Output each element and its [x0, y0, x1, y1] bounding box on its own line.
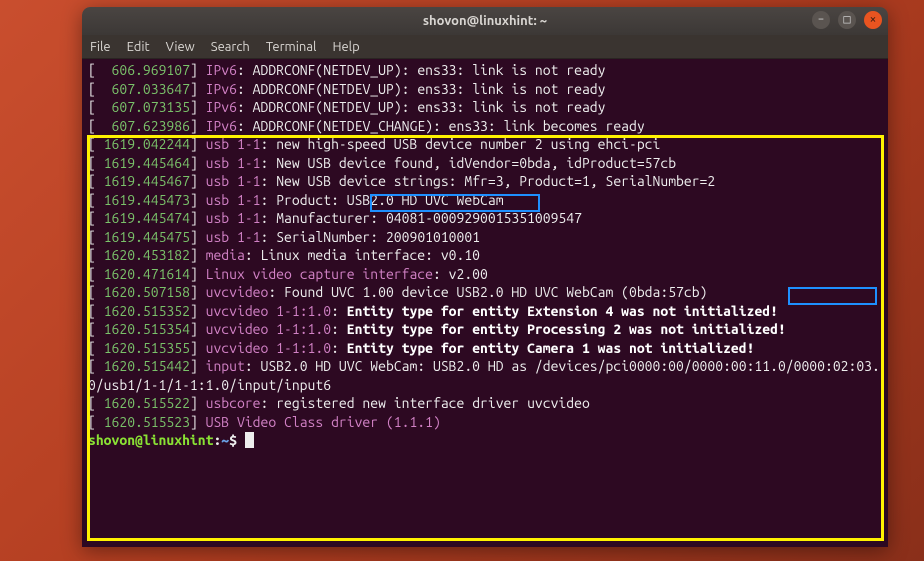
- menu-terminal[interactable]: Terminal: [266, 40, 317, 54]
- log-line: [ 1619.042244] usb 1-1: new high-speed U…: [88, 135, 882, 154]
- log-line: [ 607.073135] IPv6: ADDRCONF(NETDEV_UP):…: [88, 98, 882, 117]
- log-line: [ 1619.445473] usb 1-1: Product: USB2.0 …: [88, 191, 882, 210]
- maximize-button[interactable]: □: [838, 11, 856, 29]
- menu-file[interactable]: File: [90, 40, 111, 54]
- log-line: [ 607.033647] IPv6: ADDRCONF(NETDEV_UP):…: [88, 80, 882, 99]
- log-line: [ 1620.515522] usbcore: registered new i…: [88, 394, 882, 413]
- menu-help[interactable]: Help: [332, 40, 359, 54]
- menubar: File Edit View Search Terminal Help: [82, 35, 888, 59]
- log-line: [ 1619.445467] usb 1-1: New USB device s…: [88, 172, 882, 191]
- window-controls: – □ ×: [812, 11, 882, 29]
- window-title: shovon@linuxhint: ~: [423, 14, 547, 28]
- cursor: [245, 432, 254, 448]
- log-line: [ 1620.515354] uvcvideo 1-1:1.0: Entity …: [88, 320, 882, 339]
- log-line: [ 1620.515352] uvcvideo 1-1:1.0: Entity …: [88, 302, 882, 321]
- titlebar[interactable]: shovon@linuxhint: ~ – □ ×: [82, 7, 888, 35]
- log-line: [ 1619.445474] usb 1-1: Manufacturer: 04…: [88, 209, 882, 228]
- log-line: [ 1620.515523] USB Video Class driver (1…: [88, 413, 882, 432]
- log-line: [ 1620.507158] uvcvideo: Found UVC 1.00 …: [88, 283, 882, 302]
- prompt-line[interactable]: shovon@linuxhint:~$: [88, 431, 882, 450]
- log-line: [ 1620.515355] uvcvideo 1-1:1.0: Entity …: [88, 339, 882, 358]
- terminal-content[interactable]: [ 606.969107] IPv6: ADDRCONF(NETDEV_UP):…: [82, 59, 888, 547]
- log-line: [ 607.623986] IPv6: ADDRCONF(NETDEV_CHAN…: [88, 117, 882, 136]
- log-line: [ 1620.453182] media: Linux media interf…: [88, 246, 882, 265]
- log-line: [ 1620.471614] Linux video capture inter…: [88, 265, 882, 284]
- menu-search[interactable]: Search: [211, 40, 250, 54]
- log-line: [ 1619.445475] usb 1-1: SerialNumber: 20…: [88, 228, 882, 247]
- close-button[interactable]: ×: [864, 11, 882, 29]
- log-line: [ 1619.445464] usb 1-1: New USB device f…: [88, 154, 882, 173]
- minimize-button[interactable]: –: [812, 11, 830, 29]
- log-line: [ 606.969107] IPv6: ADDRCONF(NETDEV_UP):…: [88, 61, 882, 80]
- menu-edit[interactable]: Edit: [127, 40, 150, 54]
- menu-view[interactable]: View: [166, 40, 195, 54]
- log-line: [ 1620.515442] input: USB2.0 HD UVC WebC…: [88, 357, 882, 394]
- terminal-window: shovon@linuxhint: ~ – □ × File Edit View…: [82, 7, 888, 547]
